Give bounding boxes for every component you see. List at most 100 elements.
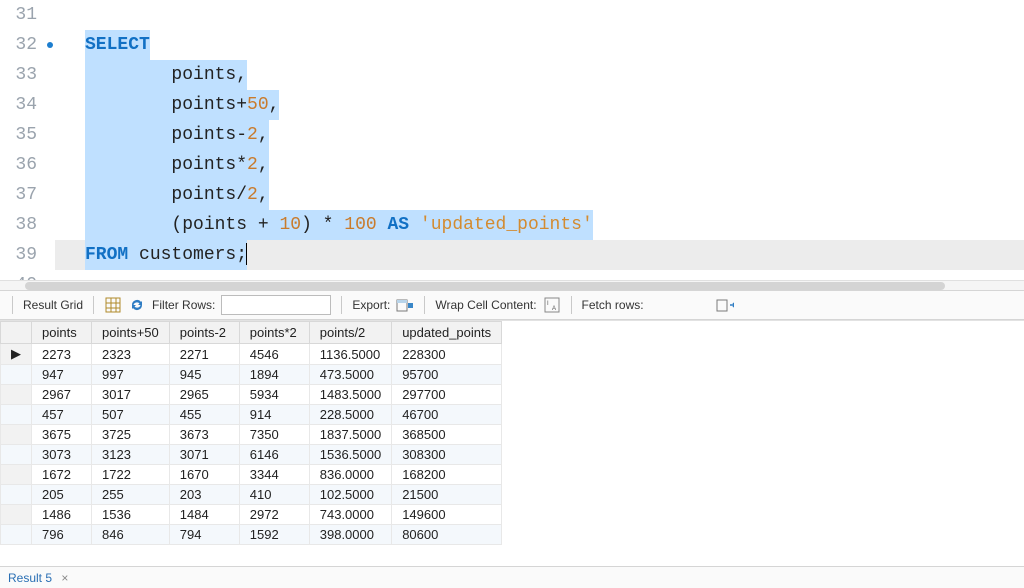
editor-horizontal-scrollbar[interactable]: [0, 280, 1024, 290]
code-content[interactable]: points+50,: [55, 90, 1024, 120]
scrollbar-thumb[interactable]: [25, 282, 945, 290]
column-header[interactable]: points-2: [169, 322, 239, 344]
cell[interactable]: 1894: [239, 365, 309, 385]
code-line[interactable]: 36 points*2,: [0, 150, 1024, 180]
cell[interactable]: 228300: [392, 344, 502, 365]
cell[interactable]: 1536: [92, 505, 170, 525]
cell[interactable]: 398.0000: [309, 525, 391, 545]
cell[interactable]: 1136.5000: [309, 344, 391, 365]
export-icon[interactable]: [396, 296, 414, 314]
cell[interactable]: 1722: [92, 465, 170, 485]
code-line[interactable]: 31: [0, 0, 1024, 30]
cell[interactable]: 168200: [392, 465, 502, 485]
cell[interactable]: 473.5000: [309, 365, 391, 385]
sql-editor[interactable]: 3132SELECT33 points,34 points+50,35 poin…: [0, 0, 1024, 280]
cell[interactable]: 1484: [169, 505, 239, 525]
cell[interactable]: 455: [169, 405, 239, 425]
cell[interactable]: 80600: [392, 525, 502, 545]
row-header[interactable]: [1, 405, 32, 425]
cell[interactable]: 297700: [392, 385, 502, 405]
fetch-rows-icon[interactable]: [716, 296, 734, 314]
column-header[interactable]: updated_points: [392, 322, 502, 344]
cell[interactable]: 2271: [169, 344, 239, 365]
cell[interactable]: 7350: [239, 425, 309, 445]
code-line[interactable]: 40: [0, 270, 1024, 280]
filter-rows-input[interactable]: [221, 295, 331, 315]
cell[interactable]: 95700: [392, 365, 502, 385]
cell[interactable]: 3673: [169, 425, 239, 445]
cell[interactable]: 21500: [392, 485, 502, 505]
column-header[interactable]: points/2: [309, 322, 391, 344]
result-tab[interactable]: Result 5 ×: [8, 571, 68, 585]
code-content[interactable]: points*2,: [55, 150, 1024, 180]
row-header[interactable]: [1, 505, 32, 525]
cell[interactable]: 308300: [392, 445, 502, 465]
cell[interactable]: 1672: [32, 465, 92, 485]
cell[interactable]: 1592: [239, 525, 309, 545]
row-header[interactable]: [1, 365, 32, 385]
wrap-cell-icon[interactable]: IA: [543, 296, 561, 314]
code-line[interactable]: 32SELECT: [0, 30, 1024, 60]
code-line[interactable]: 38 (points + 10) * 100 AS 'updated_point…: [0, 210, 1024, 240]
cell[interactable]: 203: [169, 485, 239, 505]
row-header[interactable]: ▶: [1, 344, 32, 365]
cell[interactable]: 796: [32, 525, 92, 545]
cell[interactable]: 3675: [32, 425, 92, 445]
code-content[interactable]: (points + 10) * 100 AS 'updated_points': [55, 210, 1024, 240]
code-content[interactable]: points,: [55, 60, 1024, 90]
code-content[interactable]: SELECT: [55, 30, 1024, 60]
code-content[interactable]: points/2,: [55, 180, 1024, 210]
cell[interactable]: 507: [92, 405, 170, 425]
code-line[interactable]: 39FROM customers;: [0, 240, 1024, 270]
cell[interactable]: 1483.5000: [309, 385, 391, 405]
cell[interactable]: 2967: [32, 385, 92, 405]
table-row[interactable]: 30733123307161461536.5000308300: [1, 445, 502, 465]
cell[interactable]: 255: [92, 485, 170, 505]
cell[interactable]: 947: [32, 365, 92, 385]
code-content[interactable]: points-2,: [55, 120, 1024, 150]
cell[interactable]: 3073: [32, 445, 92, 465]
cell[interactable]: 2273: [32, 344, 92, 365]
column-header[interactable]: points*2: [239, 322, 309, 344]
close-icon[interactable]: ×: [61, 571, 68, 585]
cell[interactable]: 4546: [239, 344, 309, 365]
cell[interactable]: 1837.5000: [309, 425, 391, 445]
cell[interactable]: 46700: [392, 405, 502, 425]
row-header[interactable]: [1, 465, 32, 485]
cell[interactable]: 1536.5000: [309, 445, 391, 465]
cell[interactable]: 2965: [169, 385, 239, 405]
row-header[interactable]: [1, 485, 32, 505]
cell[interactable]: 846: [92, 525, 170, 545]
result-grid[interactable]: pointspoints+50points-2points*2points/2u…: [0, 321, 502, 545]
refresh-icon[interactable]: [128, 296, 146, 314]
cell[interactable]: 3017: [92, 385, 170, 405]
cell[interactable]: 914: [239, 405, 309, 425]
code-line[interactable]: 33 points,: [0, 60, 1024, 90]
cell[interactable]: 1670: [169, 465, 239, 485]
table-row[interactable]: 205255203410102.500021500: [1, 485, 502, 505]
cell[interactable]: 6146: [239, 445, 309, 465]
table-row[interactable]: 1672172216703344836.0000168200: [1, 465, 502, 485]
row-header[interactable]: [1, 525, 32, 545]
code-line[interactable]: 37 points/2,: [0, 180, 1024, 210]
cell[interactable]: 3123: [92, 445, 170, 465]
cell[interactable]: 457: [32, 405, 92, 425]
cell[interactable]: 836.0000: [309, 465, 391, 485]
table-row[interactable]: 9479979451894473.500095700: [1, 365, 502, 385]
row-header[interactable]: [1, 385, 32, 405]
cell[interactable]: 945: [169, 365, 239, 385]
cell[interactable]: 794: [169, 525, 239, 545]
grid-view-icon[interactable]: [104, 296, 122, 314]
column-header[interactable]: points: [32, 322, 92, 344]
table-row[interactable]: ▶22732323227145461136.5000228300: [1, 344, 502, 365]
table-row[interactable]: 1486153614842972743.0000149600: [1, 505, 502, 525]
column-header[interactable]: points+50: [92, 322, 170, 344]
row-header[interactable]: [1, 445, 32, 465]
cell[interactable]: 3725: [92, 425, 170, 445]
cell[interactable]: 410: [239, 485, 309, 505]
cell[interactable]: 3344: [239, 465, 309, 485]
table-row[interactable]: 29673017296559341483.5000297700: [1, 385, 502, 405]
table-row[interactable]: 36753725367373501837.5000368500: [1, 425, 502, 445]
row-header[interactable]: [1, 425, 32, 445]
cell[interactable]: 102.5000: [309, 485, 391, 505]
